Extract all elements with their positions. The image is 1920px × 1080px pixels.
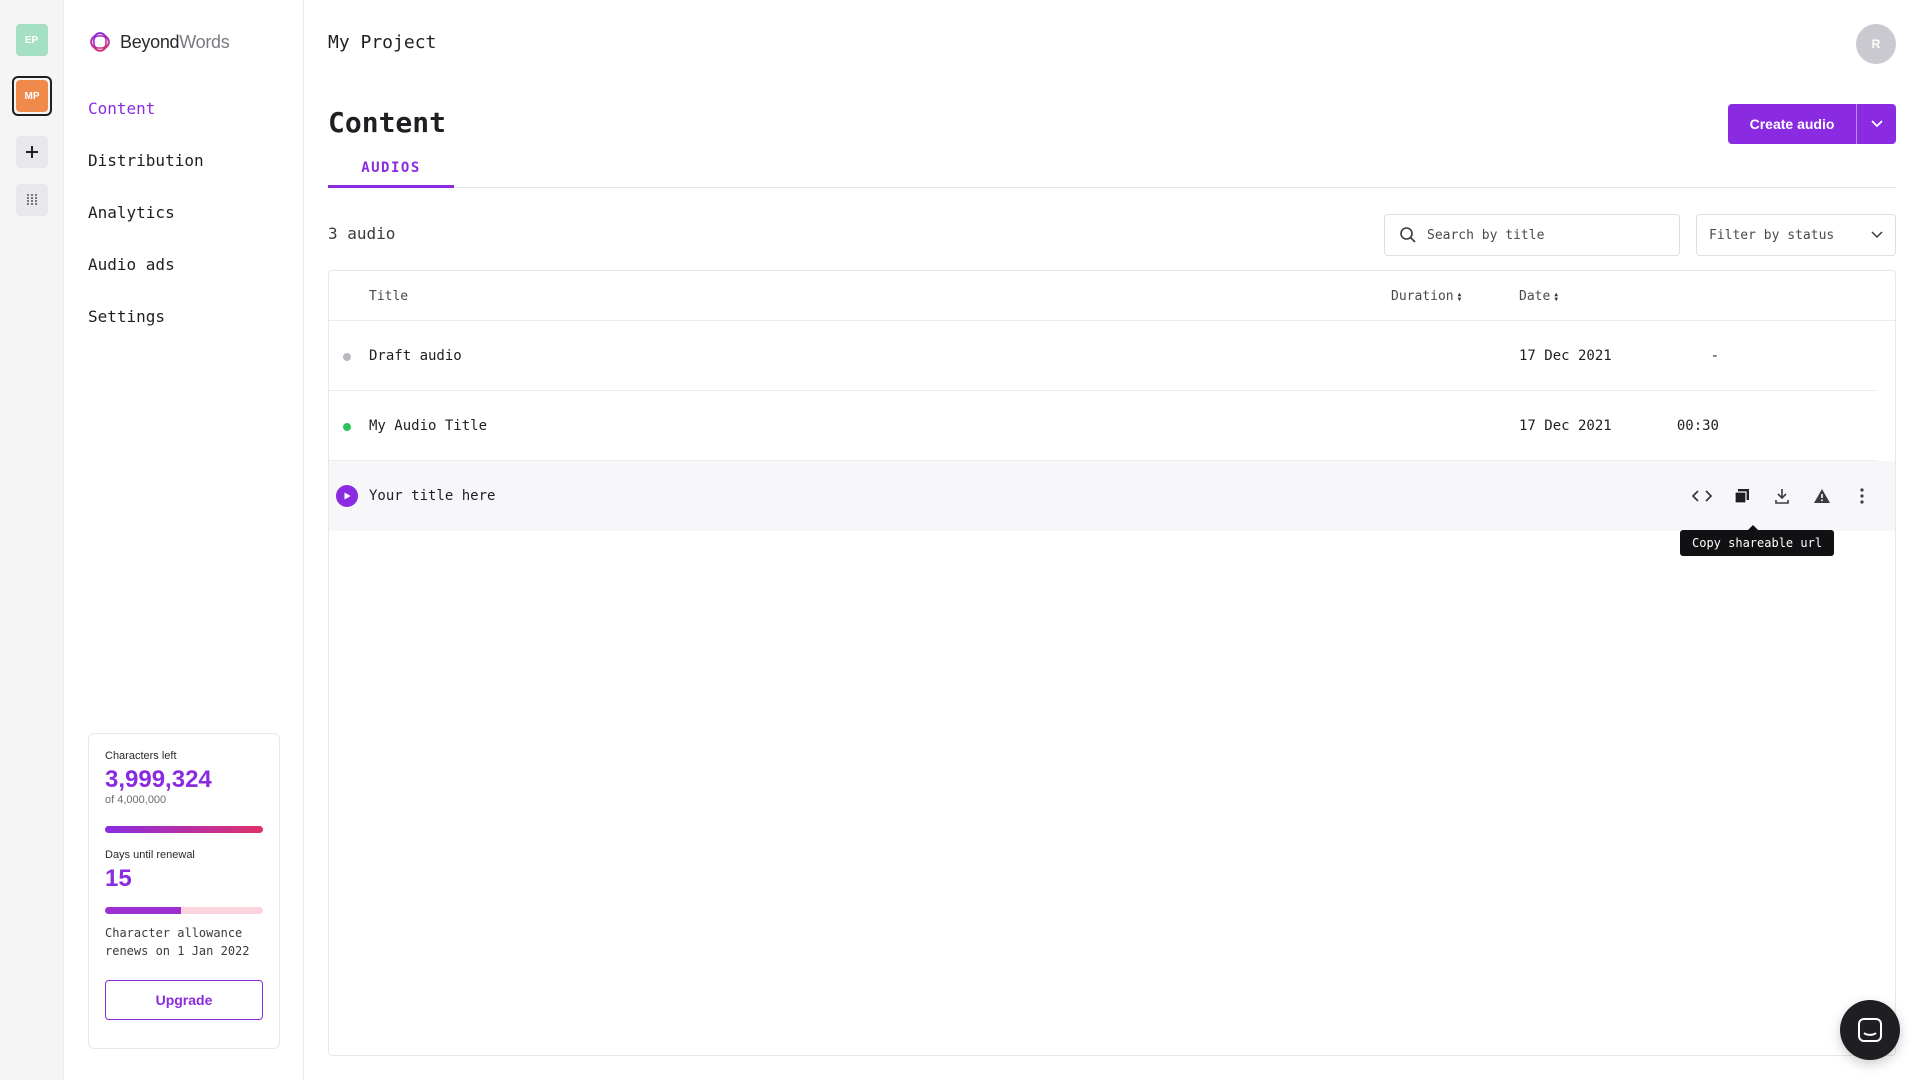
warning-icon <box>1814 489 1830 503</box>
play-button[interactable] <box>336 485 358 507</box>
days-label: Days until renewal <box>105 849 195 861</box>
tooltip: Copy shareable url <box>1680 525 1835 556</box>
column-date[interactable]: Date ▲ ▼ <box>1519 289 1558 304</box>
row-duration: - <box>1710 348 1719 364</box>
characters-progress-bar <box>105 826 263 833</box>
avatar-initial: R <box>1871 37 1881 51</box>
avatar[interactable]: R <box>1856 24 1896 64</box>
brand-name: BeyondWords <box>120 31 230 53</box>
plus-icon <box>26 146 38 158</box>
sidebar: BeyondWords Content Distribution Analyti… <box>64 0 304 1080</box>
workspace-mp: MP <box>16 80 48 112</box>
table-row[interactable]: My Audio Title 00:30 17 Dec 2021 <box>329 391 1877 461</box>
characters-left-value: 3,999,324 <box>105 766 212 793</box>
report-issue-button[interactable] <box>1809 483 1835 509</box>
column-title: Title <box>369 289 409 304</box>
sidebar-item-settings[interactable]: Settings <box>88 300 204 352</box>
row-title[interactable]: Draft audio <box>369 348 462 364</box>
search-icon <box>1400 227 1416 243</box>
search-box[interactable] <box>1384 214 1680 256</box>
apps-grid-button[interactable] <box>16 184 48 216</box>
download-icon <box>1775 489 1789 504</box>
page-title: Content <box>328 106 447 139</box>
column-duration-label: Duration <box>1391 289 1454 304</box>
copy-url-button[interactable] <box>1729 483 1755 509</box>
brand-name-part1: Beyond <box>120 31 180 52</box>
sort-icon: ▲ ▼ <box>1554 290 1558 303</box>
brand-logo[interactable]: BeyondWords <box>88 30 230 54</box>
brand-name-part2: Words <box>179 31 230 52</box>
create-audio-button-group: Create audio <box>1728 104 1896 144</box>
row-actions <box>1689 483 1875 509</box>
sidebar-item-content[interactable]: Content <box>88 92 204 144</box>
row-title[interactable]: My Audio Title <box>369 418 487 434</box>
sidebar-item-analytics[interactable]: Analytics <box>88 196 204 248</box>
column-duration[interactable]: Duration ▲ ▼ <box>1391 289 1461 304</box>
copy-icon <box>1734 489 1749 504</box>
code-embed-icon <box>1692 490 1712 502</box>
row-duration: 00:30 <box>1676 418 1719 434</box>
audio-table: Title Duration ▲ ▼ Date ▲ ▼ Draft audio - … <box>328 270 1896 1056</box>
chevron-down-icon <box>1870 120 1883 128</box>
sidebar-item-audio-ads[interactable]: Audio ads <box>88 248 204 300</box>
sidebar-nav: Content Distribution Analytics Audio ads… <box>88 92 204 352</box>
days-progress-fill <box>105 907 181 914</box>
embed-code-button[interactable] <box>1689 483 1715 509</box>
more-options-button[interactable] <box>1849 483 1875 509</box>
workspace-rail: EP MP <box>0 0 64 1080</box>
workspace-mp-active[interactable]: MP <box>12 76 52 116</box>
table-body: Draft audio - 17 Dec 2021 My Audio Title… <box>329 321 1895 531</box>
workspace-ep[interactable]: EP <box>15 24 48 56</box>
chat-icon <box>1858 1018 1882 1042</box>
days-progress-bar <box>105 907 263 914</box>
play-icon <box>344 492 351 500</box>
create-audio-dropdown-button[interactable] <box>1856 104 1896 144</box>
tab-audios[interactable]: AUDIOS <box>328 158 454 188</box>
add-workspace-button[interactable] <box>16 136 48 168</box>
status-filter-select[interactable]: Filter by status <box>1696 214 1896 256</box>
sort-icon: ▲ ▼ <box>1457 290 1462 303</box>
status-published-dot <box>343 423 351 431</box>
row-date: 17 Dec 2021 <box>1519 418 1612 434</box>
grid-icon <box>27 194 37 205</box>
download-button[interactable] <box>1769 483 1795 509</box>
status-draft-dot <box>343 353 351 361</box>
renewal-note: Character allowance renews on 1 Jan 2022 <box>105 926 250 958</box>
workspace-initials: MP <box>24 90 40 102</box>
sidebar-item-distribution[interactable]: Distribution <box>88 144 204 196</box>
audio-count: 3 audio <box>328 224 396 243</box>
characters-left-label: Characters left <box>105 750 177 762</box>
status-filter-label: Filter by status <box>1709 227 1835 243</box>
tab-bar: AUDIOS <box>328 158 1896 188</box>
characters-total: of 4,000,000 <box>105 794 167 806</box>
days-value: 15 <box>105 865 132 892</box>
main-content: My Project R Content Create audio AUDIOS… <box>304 0 1920 1080</box>
search-input[interactable] <box>1427 227 1657 243</box>
more-vertical-icon <box>1860 488 1864 504</box>
chevron-down-icon <box>1871 231 1883 239</box>
table-row[interactable]: Your title here <box>329 461 1895 531</box>
workspace-initials: EP <box>24 34 39 46</box>
column-date-label: Date <box>1519 289 1551 304</box>
project-title: My Project <box>328 32 437 53</box>
table-row[interactable]: Draft audio - 17 Dec 2021 <box>329 321 1877 391</box>
characters-progress-fill <box>105 826 263 833</box>
row-title[interactable]: Your title here <box>369 488 495 504</box>
table-header: Title Duration ▲ ▼ Date ▲ ▼ <box>329 271 1895 321</box>
create-audio-button[interactable]: Create audio <box>1728 104 1856 144</box>
row-date: 17 Dec 2021 <box>1519 348 1612 364</box>
beyondwords-logo-icon <box>90 32 110 52</box>
chat-launcher-button[interactable] <box>1840 1000 1900 1060</box>
upgrade-button[interactable]: Upgrade <box>105 980 263 1020</box>
usage-card: Characters left 3,999,324 of 4,000,000 D… <box>88 733 280 1049</box>
